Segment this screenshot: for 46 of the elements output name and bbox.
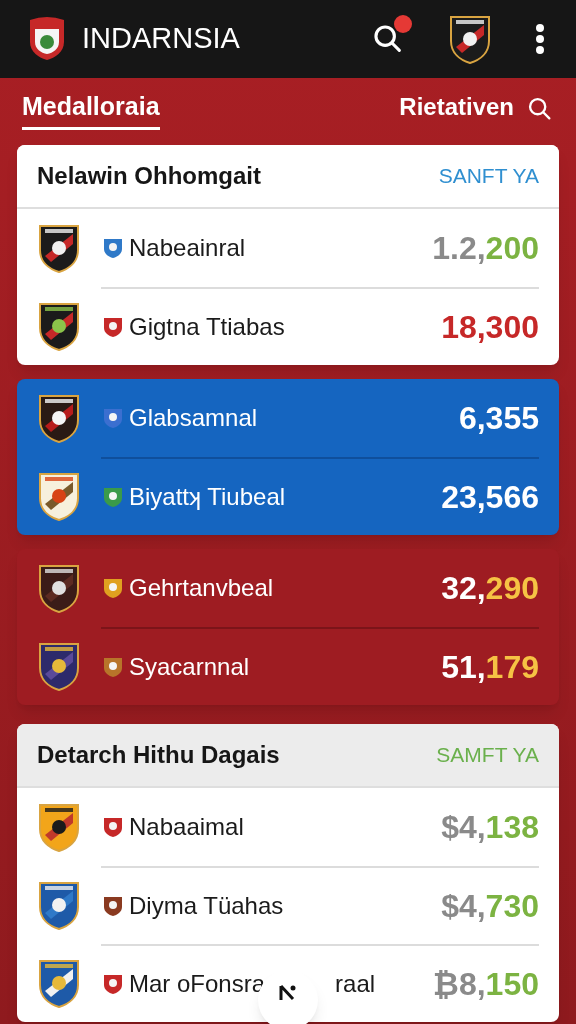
score-value: 51,179 — [441, 648, 539, 687]
emblem-icon — [101, 576, 125, 600]
score-value: $4,730 — [441, 887, 539, 926]
score-value: $4,138 — [441, 808, 539, 847]
app-title: INDARNSIA — [82, 21, 241, 57]
team-name: Diyma Tüahas — [129, 891, 284, 921]
team-name: Gigtna Ttiabas — [129, 312, 285, 342]
crest-icon — [37, 392, 81, 444]
team-name: Biyattʞ Tiubeal — [129, 482, 286, 512]
crest-icon — [37, 222, 81, 274]
crest-icon — [448, 13, 492, 65]
emblem-icon — [101, 485, 125, 509]
card-title: Nelawin Ohhomgait — [37, 161, 261, 191]
crest-icon — [37, 957, 81, 1009]
tab[interactable]: Rietativen — [399, 88, 514, 130]
score-value: 6,355 — [458, 399, 539, 438]
tab[interactable]: Medalloraia — [22, 87, 160, 131]
emblem-icon — [101, 315, 125, 339]
crest-icon — [37, 801, 81, 853]
crest-icon — [37, 470, 81, 522]
score-value: 23,566 — [441, 478, 539, 517]
team-name: Nabaaimal — [129, 812, 244, 842]
emblem-icon — [101, 406, 125, 430]
score-value: ₿8,150 — [432, 965, 539, 1004]
emblem-icon — [101, 815, 125, 839]
crest-icon — [37, 640, 81, 692]
emblem-icon — [101, 972, 125, 996]
emblem-icon — [101, 655, 125, 679]
view-all-link[interactable]: SANFT YA — [438, 160, 539, 192]
emblem-icon — [101, 236, 125, 260]
crest-icon — [37, 879, 81, 931]
emblem-icon — [101, 894, 125, 918]
score-value: 32,290 — [441, 569, 539, 608]
card-title: Detarch Hithu Dagais — [37, 740, 280, 770]
crest-icon — [37, 300, 81, 352]
team-name: raal — [335, 969, 376, 999]
team-name: Mar oFonsra — [129, 969, 266, 999]
team-name: Glabsamnal — [129, 403, 258, 433]
score-value: 18,300 — [441, 308, 539, 347]
score-value: 1.2,200 — [432, 229, 539, 268]
app-logo-icon — [28, 16, 66, 62]
crest-icon — [37, 562, 81, 614]
team-name: Syacarnnal — [129, 652, 250, 682]
team-name: Nabeainral — [129, 233, 246, 263]
kebab-icon — [536, 24, 544, 54]
team-name: Gehrtanvbeal — [129, 573, 274, 603]
